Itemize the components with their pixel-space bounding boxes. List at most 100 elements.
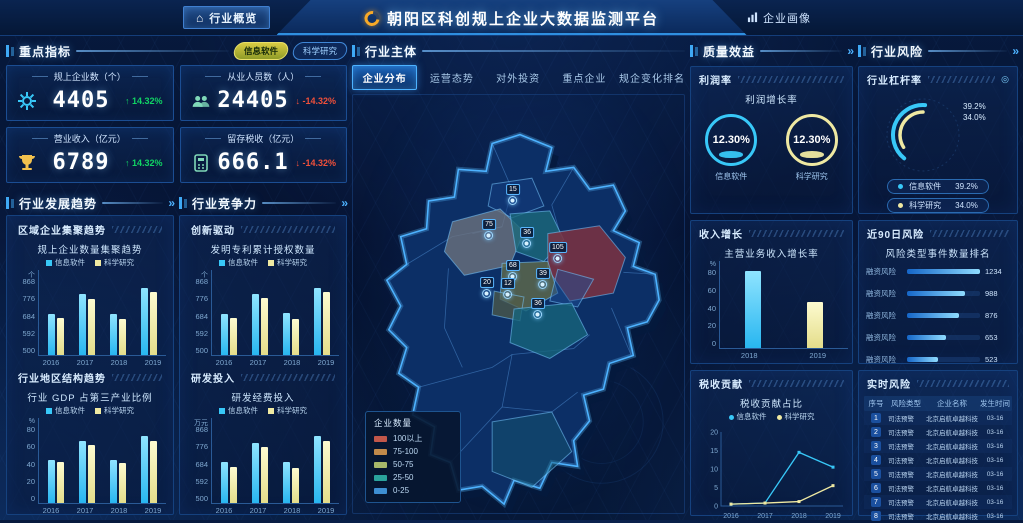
section-region-structure: 行业地区结构趋势 行业 GDP 占第三产业比例信息软件科学研究%80604020…: [10, 365, 170, 513]
occur-time: 03-16: [980, 443, 1010, 450]
panel-industry-body: 行业主体 企业分布运营态势对外投资重点企业规企变化排名: [352, 42, 685, 516]
hatch-decoration: [241, 226, 335, 233]
table-row-6[interactable]: 7司法预警北京启航卓越科技有限公司03-16: [864, 495, 1012, 509]
row-index-badge: 3: [871, 441, 881, 451]
panel-bars-icon: [6, 197, 14, 209]
table-row-5[interactable]: 6司法预警北京启航卓越科技有限公司03-16: [864, 481, 1012, 495]
map-marker-5[interactable]: 39: [536, 268, 550, 289]
plot-area: [719, 261, 848, 349]
kpi-card-value: 6789: [41, 150, 121, 175]
panel-more-icon[interactable]: »: [168, 196, 174, 210]
map-marker-3[interactable]: 105: [549, 242, 567, 263]
nav-industry-overview-label: 行业概览: [209, 10, 257, 26]
tab-2[interactable]: 对外投资: [487, 66, 550, 89]
bar-信息软件: [141, 436, 148, 503]
legend-swatch: [219, 408, 225, 414]
gauge-wave: [800, 151, 824, 158]
panel-more-icon[interactable]: »: [1012, 44, 1018, 58]
panel-divider: [422, 50, 685, 52]
y-tick: 40: [27, 461, 35, 468]
bar-信息软件: [48, 460, 55, 503]
kpi-pill-label: 科学研究: [303, 45, 337, 57]
panel-bars-icon: [690, 45, 698, 57]
company-name: 北京启航卓越科技有限公司: [926, 483, 978, 493]
table-row-0[interactable]: 1司法预警北京启航卓越科技有限公司03-16: [864, 411, 1012, 425]
bar-group: [807, 302, 823, 348]
panel-industry-trend: 行业发展趋势 » 区域企业集聚趋势 规上企业数量集聚趋势信息软件科学研究个868…: [6, 194, 174, 516]
hatch-decoration: [241, 374, 335, 381]
hatch-decoration: [738, 76, 844, 83]
svg-text:15: 15: [710, 448, 718, 455]
section-title: 研发投入: [191, 370, 235, 385]
gauge-wave: [719, 151, 743, 158]
legend-label: 信息软件: [909, 181, 941, 192]
tab-4[interactable]: 规企变化排名: [619, 66, 685, 89]
x-axis-labels: 2016201720182019: [207, 506, 343, 515]
kpi-card-value: 666.1: [215, 150, 292, 175]
map-marker-7[interactable]: 12: [501, 278, 515, 299]
bar-group: [745, 271, 761, 348]
row-index-badge: 5: [871, 469, 881, 479]
map-legend-item-1: 75-100: [374, 445, 452, 458]
gauge-value: 12.30%: [793, 134, 830, 146]
map-legend-item-0: 100以上: [374, 432, 452, 445]
section-title: 区域企业集聚趋势: [18, 222, 106, 237]
row-index-badge: 6: [871, 483, 881, 493]
nav-enterprise-portrait[interactable]: 企业画像: [735, 6, 823, 29]
kpi-pill-0[interactable]: 信息软件: [232, 42, 290, 60]
legend-item: 科学研究: [95, 257, 134, 268]
bar-group: [141, 436, 157, 503]
map-legend: 企业数量 100以上75-10050-7525-500-25: [365, 411, 461, 503]
y-axis: %806040200: [14, 418, 38, 504]
chart-legend: 信息软件科学研究: [183, 257, 343, 268]
map-marker-6[interactable]: 20: [480, 277, 494, 298]
map-marker-8[interactable]: 36: [531, 298, 545, 319]
kpi-pill-1[interactable]: 科学研究: [291, 42, 349, 60]
home-icon: ⌂: [196, 11, 204, 25]
table-row-2[interactable]: 3司法预警北京启航卓越科技有限公司03-16: [864, 439, 1012, 453]
target-icon[interactable]: ◎: [1001, 74, 1009, 85]
bar-group: [252, 443, 268, 503]
trophy-icon: [17, 153, 37, 173]
bar-科学研究: [57, 318, 64, 355]
y-axis-ticks: 806040200: [708, 269, 716, 347]
map-marker-value: 12: [501, 278, 515, 289]
risk-rank-track: [907, 313, 980, 318]
risk-type: 司法预警: [888, 441, 924, 451]
chart-title: 规上企业数量集聚趋势: [10, 242, 170, 256]
x-tick: 2019: [318, 506, 335, 515]
table-row-7[interactable]: 8司法预警北京启航卓越科技有限公司03-16: [864, 509, 1012, 523]
nav-industry-overview[interactable]: ⌂ 行业概览: [183, 6, 270, 29]
risk-rank-track: [907, 335, 980, 340]
tab-0[interactable]: 企业分布: [352, 65, 417, 90]
y-tick: 868: [195, 278, 208, 285]
risk-rank-row-2: 融资风险876: [866, 310, 1010, 321]
map-marker-0[interactable]: 15: [506, 184, 520, 205]
bar-科学研究: [323, 441, 330, 503]
tab-1[interactable]: 运营态势: [420, 66, 483, 89]
map-legend-label: 50-75: [393, 458, 413, 471]
table-row-1[interactable]: 2司法预警北京启航卓越科技有限公司03-16: [864, 425, 1012, 439]
map-marker-2[interactable]: 36: [520, 227, 534, 248]
panel-more-icon[interactable]: »: [847, 44, 853, 58]
bar-信息软件: [110, 460, 117, 503]
bar-group: [48, 314, 64, 355]
map-marker-ring-icon: [534, 310, 543, 319]
risk-rank-row-4: 融资风险523: [866, 354, 1010, 365]
table-row-3[interactable]: 4司法预警北京启航卓越科技有限公司03-16: [864, 453, 1012, 467]
map-legend-swatch: [374, 436, 387, 442]
table-header-cell: 发生时间: [980, 398, 1010, 409]
gauge-circle: 12.30%: [705, 114, 757, 166]
table-row-4[interactable]: 5司法预警北京启航卓越科技有限公司03-16: [864, 467, 1012, 481]
platform-logo-icon: [361, 8, 382, 29]
legend-value: 39.2%: [955, 182, 978, 191]
bar-2019: [807, 302, 823, 348]
svg-text:10: 10: [710, 467, 718, 474]
kpi-card-delta: ↑ 14.32%: [125, 96, 163, 106]
bar-信息软件: [79, 294, 86, 355]
map-marker-1[interactable]: 75: [482, 219, 496, 240]
tab-3[interactable]: 重点企业: [553, 66, 616, 89]
chart-income-growth: 主营业务收入增长率%80604020020182019: [691, 246, 852, 360]
chart-title: 研发经费投入: [183, 390, 343, 404]
panel-more-icon[interactable]: »: [341, 196, 347, 210]
